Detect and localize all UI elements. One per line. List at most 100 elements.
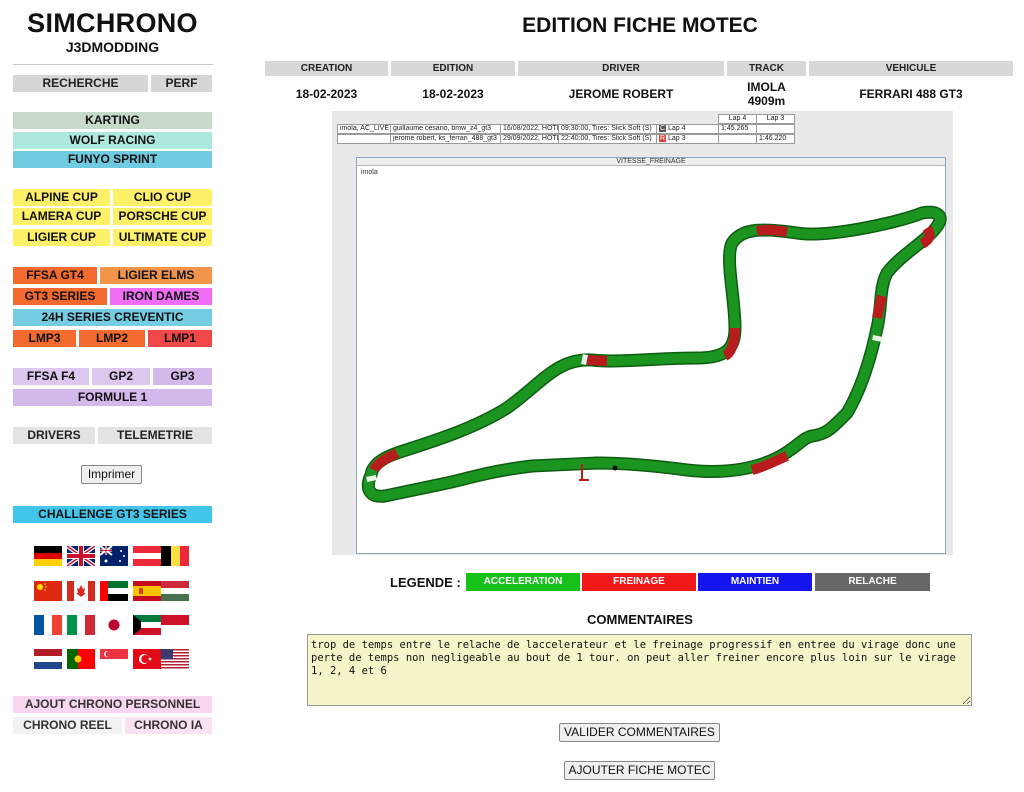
singapore-flag[interactable] <box>100 649 128 669</box>
japan-flag[interactable] <box>100 615 128 635</box>
lap-tag: C <box>659 125 667 132</box>
lap-row-2: jerome robert, ks_ferrari_488_gt3 29/09/… <box>337 134 795 144</box>
lap3-header: Lap 3 <box>766 115 785 122</box>
add-motec-button[interactable]: AJOUTER FICHE MOTEC <box>564 761 715 780</box>
menu-chrono-ia[interactable]: CHRONO IA <box>125 717 212 734</box>
lap-tag: R <box>659 135 667 142</box>
menu-funyo-sprint[interactable]: FUNYO SPRINT <box>13 151 212 168</box>
header-track: TRACK <box>727 61 806 76</box>
usa-flag[interactable] <box>161 649 189 669</box>
uk-flag[interactable] <box>67 546 95 566</box>
turkey-flag[interactable] <box>133 649 161 669</box>
edition-date: 18-02-2023 <box>422 87 484 101</box>
menu-recherche[interactable]: RECHERCHE <box>13 75 148 92</box>
spain-flag[interactable] <box>133 581 161 601</box>
menu-formule-1[interactable]: FORMULE 1 <box>13 389 212 406</box>
hungary-flag[interactable] <box>161 581 189 601</box>
menu-ligier-elms[interactable]: LIGIER ELMS <box>100 267 212 284</box>
menu-gp3[interactable]: GP3 <box>153 368 212 385</box>
header-vehicule: VEHICULE <box>809 61 1013 76</box>
menu-ligier-cup[interactable]: LIGIER CUP <box>13 229 110 246</box>
menu-chrono-reel[interactable]: CHRONO REEL <box>13 717 122 734</box>
track-drawing <box>357 158 947 555</box>
austria-flag[interactable] <box>133 546 161 566</box>
page-title: EDITION FICHE MOTEC <box>522 14 758 37</box>
lap-table-header: Lap 4 Lap 3 <box>718 114 795 124</box>
comments-textarea[interactable]: trop de temps entre le relache de laccel… <box>307 634 972 706</box>
monaco-flag[interactable] <box>161 615 189 635</box>
time-cell: 09:30:00, Tires: Slick Soft (S) <box>559 125 657 133</box>
legend-acceleration: ACCELERATION <box>466 573 580 591</box>
menu-lmp1[interactable]: LMP1 <box>148 330 212 347</box>
menu-gp2[interactable]: GP2 <box>92 368 150 385</box>
driver-name: JEROME ROBERT <box>568 87 674 101</box>
menu-wolf-racing[interactable]: WOLF RACING <box>13 132 212 149</box>
menu-porsche-cup[interactable]: PORSCHE CUP <box>113 208 212 225</box>
netherlands-flag[interactable] <box>34 649 62 669</box>
italy-flag[interactable] <box>67 615 95 635</box>
china-flag[interactable] <box>34 581 62 601</box>
date-cell: 29/09/2022, HOTLAP <box>501 135 559 143</box>
menu-perf[interactable]: PERF <box>151 75 212 92</box>
session-cell <box>338 135 391 143</box>
header-driver: DRIVER <box>518 61 724 76</box>
divider <box>13 64 213 65</box>
lap3-time <box>757 125 794 133</box>
canada-flag[interactable] <box>67 581 95 601</box>
menu-lmp3[interactable]: LMP3 <box>13 330 76 347</box>
portugal-flag[interactable] <box>67 649 95 669</box>
validate-comments-button[interactable]: VALIDER COMMENTAIRES <box>559 723 720 742</box>
header-creation: CREATION <box>265 61 388 76</box>
driver-cell: jerome robert, ks_ferrari_488_gt3 <box>391 135 501 143</box>
brand-subtitle: J3DMODDING <box>65 39 160 55</box>
menu-drivers[interactable]: DRIVERS <box>13 427 95 444</box>
menu-ajout-chrono[interactable]: AJOUT CHRONO PERSONNEL <box>13 696 212 713</box>
legend-relache: RELACHE <box>815 573 930 591</box>
time-cell: 22:40:00, Tires: Slick Soft (S) <box>559 135 657 143</box>
session-cell: imola, AC_LIVE <box>340 125 391 133</box>
france-flag[interactable] <box>34 615 62 635</box>
menu-telemetrie[interactable]: TELEMETRIE <box>98 427 212 444</box>
belgium-flag[interactable] <box>161 546 189 566</box>
menu-ultimate-cup[interactable]: ULTIMATE CUP <box>113 229 212 246</box>
track-map: VITESSE_FREINAGE imola <box>356 157 946 554</box>
australia-flag[interactable] <box>100 546 128 566</box>
lap-cell: R Lap 3 <box>657 135 719 143</box>
header-edition: EDITION <box>391 61 515 76</box>
lap-number: Lap 4 <box>668 125 686 132</box>
brand-title: SIMCHRONO <box>27 8 198 38</box>
comments-title: COMMENTAIRES <box>587 612 693 627</box>
brand: SIMCHRONO J3DMODDING <box>13 8 212 56</box>
creation-date: 18-02-2023 <box>295 87 358 101</box>
legend-maintien: MAINTIEN <box>698 573 812 591</box>
lap-row-1: imola, AC_LIVE guillaume cesano, bmw_z4_… <box>337 124 795 134</box>
menu-iron-dames[interactable]: IRON DAMES <box>110 288 212 305</box>
lap3-time: 1:46.220 <box>759 135 787 142</box>
lap-cell: C Lap 4 <box>657 125 719 133</box>
uae-flag[interactable] <box>100 581 128 601</box>
menu-gt3-series[interactable]: GT3 SERIES <box>13 288 107 305</box>
menu-ffsa-gt4[interactable]: FFSA GT4 <box>13 267 97 284</box>
germany-flag[interactable] <box>34 546 62 566</box>
track-label: IMOLA <box>747 80 786 94</box>
legend-label: LEGENDE : <box>390 575 461 590</box>
menu-24h-creventic[interactable]: 24H SERIES CREVENTIC <box>13 309 212 326</box>
lap-number: Lap 3 <box>668 135 686 142</box>
menu-lamera-cup[interactable]: LAMERA CUP <box>13 208 110 225</box>
kuwait-flag[interactable] <box>133 615 161 635</box>
menu-karting[interactable]: KARTING <box>13 112 212 129</box>
vehicle-name: FERRARI 488 GT3 <box>859 87 963 101</box>
menu-alpine-cup[interactable]: ALPINE CUP <box>13 189 110 206</box>
driver-cell: guillaume cesano, bmw_z4_gt3 <box>391 125 501 133</box>
lap4-header: Lap 4 <box>719 115 757 123</box>
track-name: IMOLA 4909m <box>727 80 806 108</box>
track-length: 4909m <box>747 94 786 108</box>
menu-lmp2[interactable]: LMP2 <box>79 330 145 347</box>
menu-clio-cup[interactable]: CLIO CUP <box>113 189 212 206</box>
date-cell: 16/08/2022, HOTLAP <box>501 125 559 133</box>
print-button[interactable]: Imprimer <box>81 465 142 484</box>
menu-challenge-gt3[interactable]: CHALLENGE GT3 SERIES <box>13 506 212 523</box>
lap4-time <box>719 135 757 143</box>
sidebar: SIMCHRONO J3DMODDING RECHERCHE PERF KART… <box>0 0 225 792</box>
menu-ffsa-f4[interactable]: FFSA F4 <box>13 368 89 385</box>
